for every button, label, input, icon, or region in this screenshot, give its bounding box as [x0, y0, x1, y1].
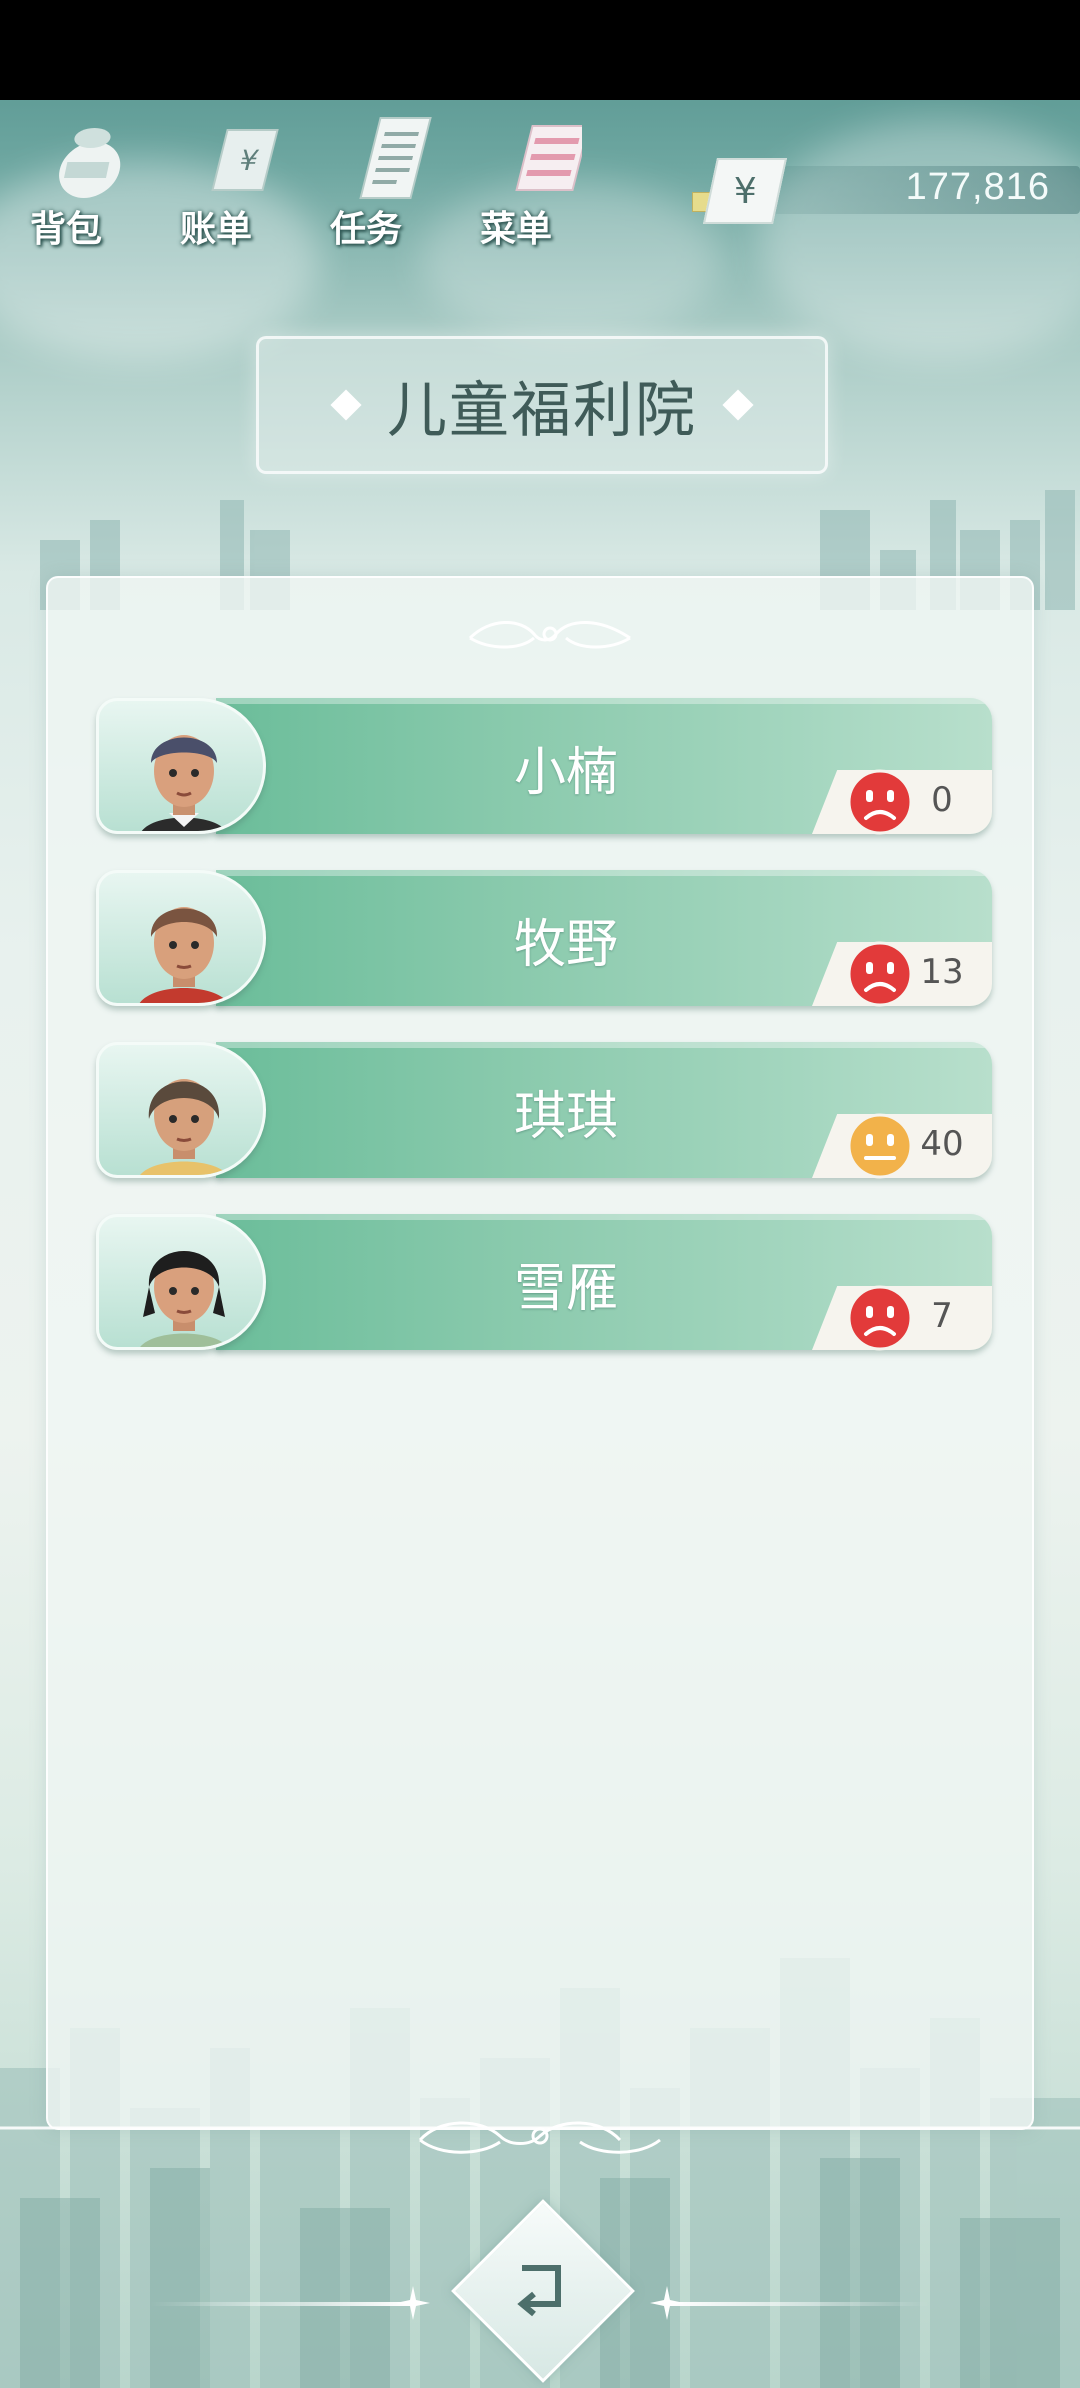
- sad-face-icon: [847, 1285, 913, 1351]
- children-list-panel: 小楠 0 牧野 13 琪琪 40 雪雁 7: [46, 576, 1034, 2130]
- child-row-xueyan[interactable]: 雪雁 7: [96, 1214, 992, 1354]
- child-row-xiaonan[interactable]: 小楠 0: [96, 698, 992, 838]
- child-score: 40: [920, 1124, 964, 1164]
- child-name: 小楠: [513, 743, 618, 803]
- task-label: 任务: [330, 209, 403, 250]
- divider-left: [150, 2302, 410, 2306]
- ornament-icon: [468, 621, 631, 649]
- backpack-label: 背包: [30, 209, 103, 250]
- money-display: ¥ 177,816: [690, 158, 1080, 224]
- child-score: 7: [931, 1296, 953, 1336]
- task-button[interactable]: 任务: [330, 112, 440, 252]
- child-score: 0: [931, 780, 953, 820]
- bill-button[interactable]: ¥ 账单: [180, 112, 290, 252]
- backpack-button[interactable]: 背包: [30, 112, 140, 252]
- menu-icon: [515, 125, 582, 191]
- sad-face-icon: [847, 941, 913, 1007]
- avatar: [96, 1214, 266, 1350]
- avatar: [96, 870, 266, 1006]
- child-name: 牧野: [513, 915, 618, 975]
- yen-icon: ¥: [702, 158, 788, 224]
- backpack-icon: [59, 128, 121, 198]
- neutral-face-icon: [847, 1113, 913, 1179]
- page-title: 儿童福利院: [387, 375, 697, 446]
- page-title-plaque: 儿童福利院: [256, 336, 828, 474]
- bill-label: 账单: [180, 209, 253, 250]
- money-amount: 177,816: [905, 166, 1050, 208]
- menu-button[interactable]: 菜单: [480, 112, 590, 252]
- task-icon: [359, 117, 432, 199]
- child-row-muye[interactable]: 牧野 13: [96, 870, 992, 1010]
- sparkle-icon: [650, 2286, 684, 2320]
- child-row-qiqi[interactable]: 琪琪 40: [96, 1042, 992, 1182]
- sparkle-icon: [396, 2286, 430, 2320]
- bottom-ornament-icon: [0, 2121, 1080, 2154]
- child-score: 13: [920, 952, 964, 992]
- avatar: [96, 1042, 266, 1178]
- diamond-icon-left: [330, 389, 362, 421]
- menu-label: 菜单: [480, 209, 553, 250]
- divider-right: [670, 2302, 930, 2306]
- diamond-icon-right: [722, 389, 754, 421]
- top-toolbar: 背包 ¥ 账单 任务 菜单: [30, 112, 590, 252]
- avatar: [96, 698, 266, 834]
- status-bar: [0, 0, 1080, 100]
- bill-icon: ¥: [211, 129, 279, 191]
- sad-face-icon: [847, 769, 913, 835]
- child-name: 雪雁: [513, 1259, 618, 1319]
- child-name: 琪琪: [513, 1087, 618, 1147]
